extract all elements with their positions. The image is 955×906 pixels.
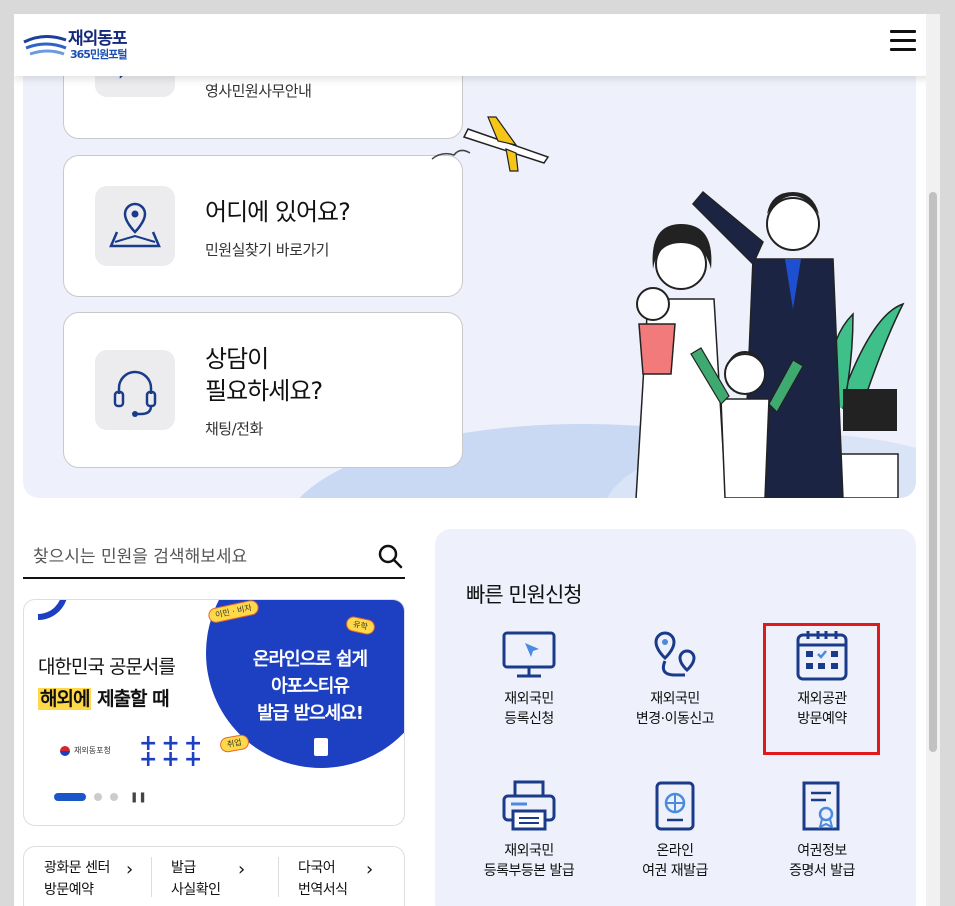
passport-icon	[655, 781, 695, 831]
certificate-icon	[802, 781, 840, 831]
service-overseas-registration[interactable]: 재외국민 등록신청	[464, 629, 594, 729]
apostille-banner[interactable]: 대한민국 공문서를 해외에 제출할 때 재외동포청 +++ +++ 온라인으로 쉽…	[23, 599, 405, 826]
family-illustration	[635, 190, 905, 498]
consultation-card[interactable]: 상담이 필요하세요? 채팅/전화	[63, 312, 463, 468]
panel-title: 빠른 민원신청	[466, 583, 583, 607]
search-icon[interactable]	[377, 543, 403, 569]
chevron-right-icon: ›	[238, 859, 246, 880]
hamburger-menu-icon[interactable]	[890, 30, 916, 52]
tag-employment: 취업	[218, 733, 250, 754]
quick-links: 광화문 센터 방문예약 › 발급 사실확인 › 다국어 번역서식 ›	[23, 846, 405, 906]
taegeuk-icon	[60, 745, 70, 756]
banner-org: 재외동포청	[60, 745, 111, 756]
card-desc: 채팅/전화	[205, 420, 263, 438]
divider	[151, 857, 152, 897]
highlight-annotation	[763, 623, 880, 755]
quick-link-translation[interactable]: 다국어 번역서식	[298, 857, 388, 901]
logo-swoosh-icon	[23, 35, 67, 56]
service-passport-reissue[interactable]: 온라인 여권 재발급	[610, 779, 740, 881]
search-input[interactable]	[23, 539, 353, 575]
search-box	[23, 535, 405, 579]
browser-viewport: 영사민원사무안내 어디에 있어요? 민원실찾기 바로가기 상담이 필요하세요? …	[14, 14, 940, 906]
logo-subtitle: 365민원포털	[70, 48, 127, 61]
plus-pattern-icon: +++ +++	[139, 731, 207, 772]
banner-line2: 해외에 제출할 때	[38, 684, 170, 711]
pager-dot[interactable]	[94, 793, 102, 801]
service-registry-copy[interactable]: 재외국민 등록부등본 발급	[464, 779, 594, 881]
find-office-card[interactable]: 어디에 있어요? 민원실찾기 바로가기	[63, 155, 463, 297]
site-logo[interactable]: 재외동포 365민원포털	[22, 24, 152, 64]
pause-icon[interactable]: ❚❚	[130, 792, 147, 803]
monitor-icon	[502, 631, 556, 678]
card-title-line1: 상담이	[205, 345, 269, 373]
map-pin-icon	[95, 186, 175, 266]
page-scrollbar[interactable]	[926, 14, 940, 906]
quick-link-issuance[interactable]: 발급 사실확인	[171, 857, 261, 901]
site-header: 재외동포 365민원포털	[14, 14, 940, 76]
divider	[278, 857, 279, 897]
service-change-report[interactable]: 재외국민 변경·이동신고	[610, 629, 740, 729]
scrollbar-thumb[interactable]	[929, 192, 937, 752]
printer-icon	[502, 780, 556, 831]
banner-line1: 대한민국 공문서를	[38, 656, 176, 678]
card-title: 어디에 있어요?	[205, 198, 351, 226]
pager-dot[interactable]	[110, 793, 118, 801]
route-pin-icon	[654, 631, 696, 677]
card-desc: 민원실찾기 바로가기	[205, 241, 329, 259]
hero-section: 영사민원사무안내 어디에 있어요? 민원실찾기 바로가기 상담이 필요하세요? …	[23, 14, 916, 498]
document-icon	[314, 738, 328, 756]
banner-line2-rest: 제출할 때	[91, 688, 170, 710]
banner-highlight: 해외에	[38, 688, 92, 710]
card-title-line2: 필요하세요?	[205, 377, 323, 405]
service-passport-certificate[interactable]: 여권정보 증명서 발급	[757, 779, 887, 881]
card-desc: 영사민원사무안내	[205, 82, 312, 100]
chevron-right-icon: ›	[366, 859, 374, 880]
quick-services-panel: 빠른 민원신청 재외국민 등록신청 재외국민 변경·이동신고 재외공관 방문예약…	[435, 529, 916, 906]
headset-icon	[95, 350, 175, 430]
airplane-illustration	[431, 116, 550, 172]
pager-dot-active[interactable]	[54, 793, 86, 801]
chevron-right-icon: ›	[126, 859, 134, 880]
banner-circle-text: 온라인으로 쉽게 아포스티유 발급 받으세요!	[252, 649, 368, 724]
banner-accent-shape	[38, 600, 68, 620]
